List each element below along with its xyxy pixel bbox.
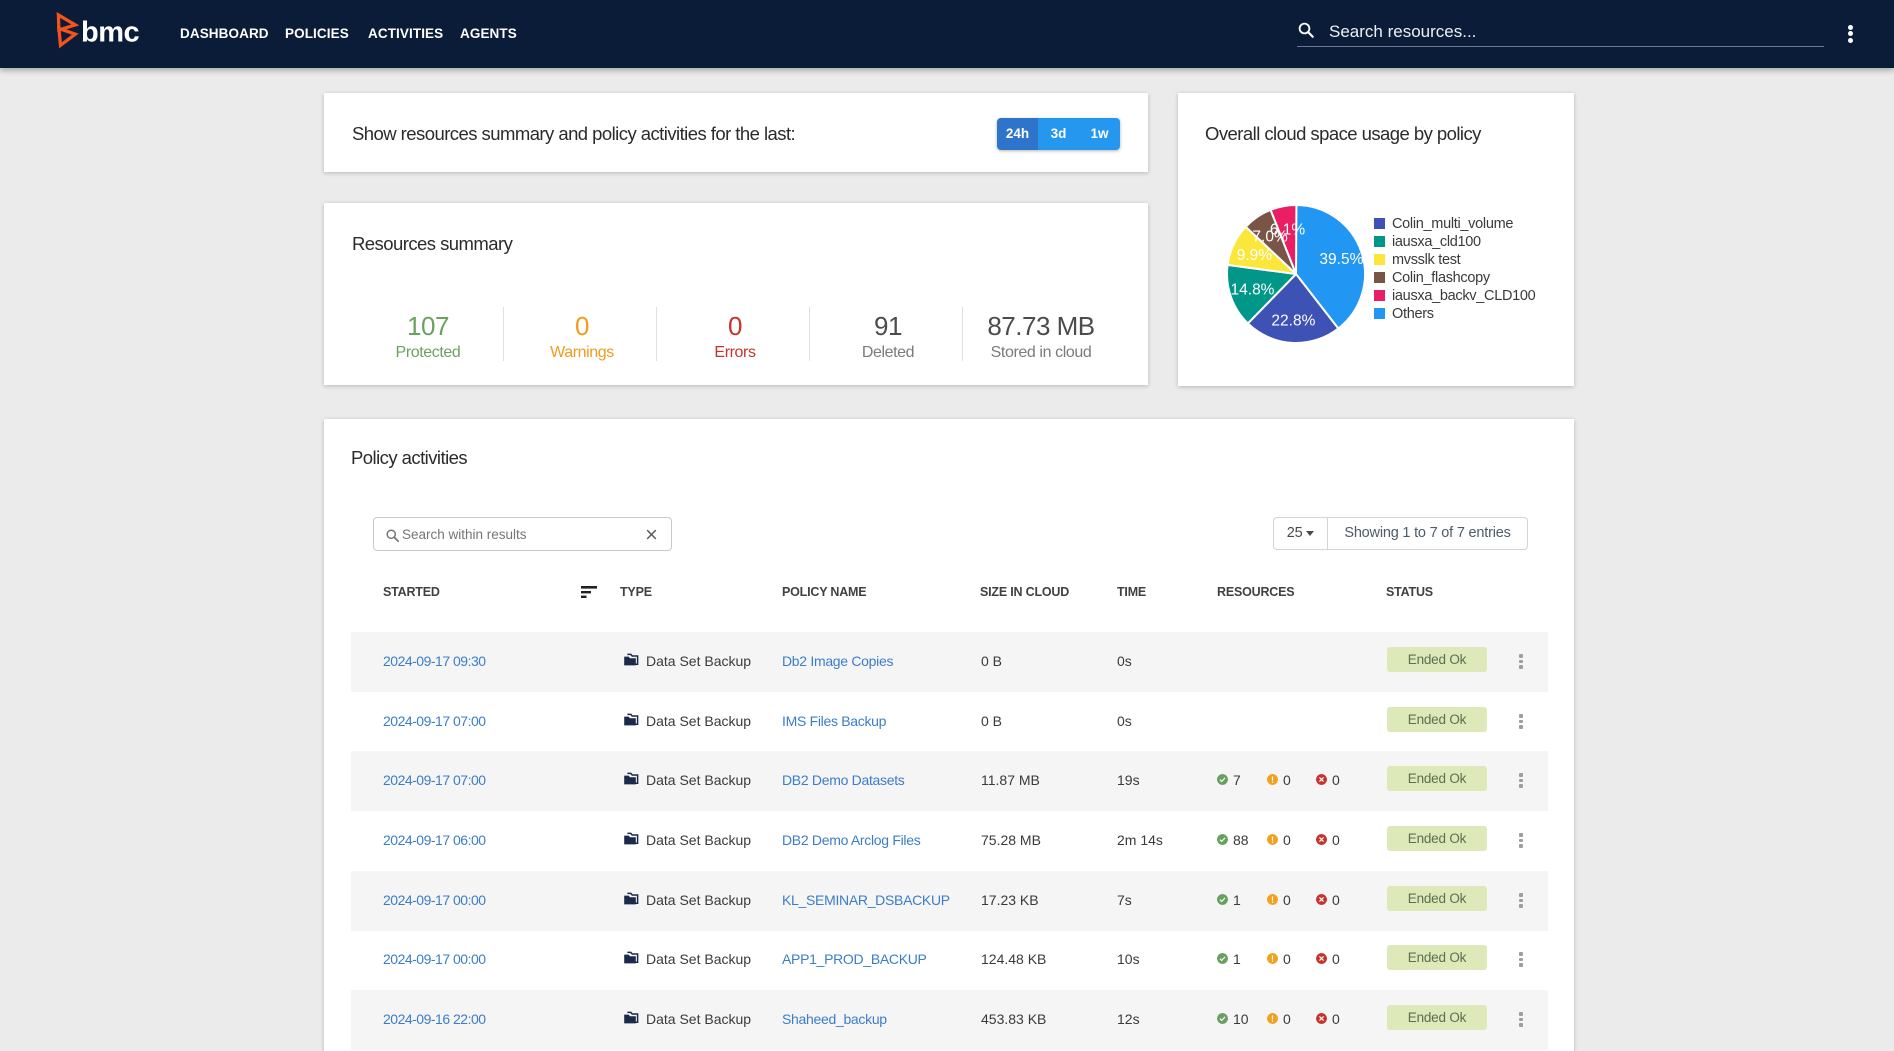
svg-text:6.1%: 6.1% — [1270, 221, 1306, 238]
svg-text:bmc: bmc — [81, 17, 140, 49]
svg-text:14.8%: 14.8% — [1231, 282, 1275, 299]
svg-text:39.5%: 39.5% — [1319, 251, 1363, 268]
svg-text:22.8%: 22.8% — [1271, 312, 1315, 329]
svg-text:9.9%: 9.9% — [1237, 247, 1273, 264]
